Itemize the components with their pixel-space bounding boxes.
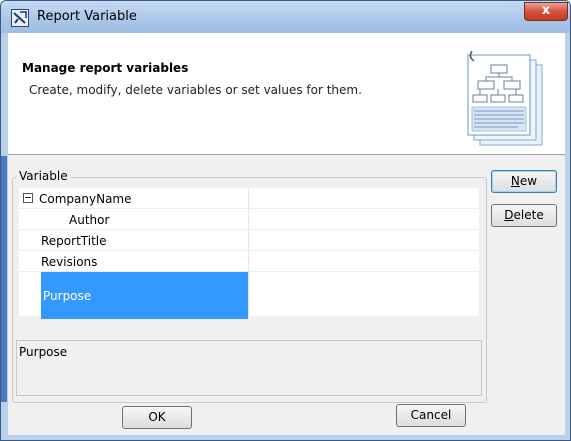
variable-name: CompanyName	[39, 192, 132, 206]
delete-button[interactable]: Delete	[491, 204, 557, 227]
column-divider	[248, 251, 249, 271]
ok-label: OK	[148, 410, 166, 424]
variable-group: Variable CompanyName Author ReportTitle …	[12, 169, 487, 403]
new-label-rest: ew	[519, 174, 538, 188]
cancel-label: Cancel	[410, 408, 452, 422]
variable-description: Purpose	[19, 345, 68, 359]
new-mnemonic: N	[510, 174, 520, 188]
column-divider	[248, 272, 249, 319]
report-document-icon	[458, 50, 548, 151]
title-bar[interactable]: Report Variable x	[1, 1, 570, 33]
variable-name: Author	[69, 213, 110, 227]
table-row[interactable]: CompanyName	[19, 188, 479, 209]
new-button[interactable]: New	[491, 170, 557, 193]
close-button[interactable]: x	[524, 2, 568, 21]
report-variable-dialog: Report Variable x Manage report variable…	[0, 0, 571, 441]
variable-name: Revisions	[41, 255, 98, 269]
app-icon	[11, 9, 29, 27]
window-title: Report Variable	[37, 9, 137, 24]
table-row[interactable]: Revisions	[19, 251, 479, 272]
variable-description-box: Purpose	[16, 340, 482, 396]
variable-name: ReportTitle	[41, 234, 107, 248]
table-row[interactable]: Author	[19, 209, 479, 230]
column-divider	[248, 209, 249, 229]
column-divider	[248, 230, 249, 250]
dialog-body: Manage report variables Create, modify, …	[8, 33, 565, 435]
header-panel: Manage report variables Create, modify, …	[8, 33, 565, 155]
ok-button[interactable]: OK	[122, 406, 192, 429]
collapse-icon[interactable]	[23, 193, 33, 203]
header-title: Manage report variables	[22, 61, 189, 75]
variable-group-legend: Variable	[16, 169, 71, 183]
variable-name: Purpose	[43, 289, 92, 303]
header-description: Create, modify, delete variables or set …	[29, 83, 362, 97]
cancel-button[interactable]: Cancel	[396, 404, 466, 427]
delete-mnemonic: D	[504, 208, 514, 222]
variable-tree-table[interactable]: CompanyName Author ReportTitle Revisions	[19, 188, 479, 319]
delete-label-rest: elete	[513, 208, 544, 222]
column-divider	[248, 188, 249, 208]
table-row[interactable]: ReportTitle	[19, 230, 479, 251]
window-frame-edge	[1, 156, 7, 402]
table-row-selected[interactable]: Purpose	[19, 272, 479, 319]
close-icon: x	[541, 3, 551, 18]
